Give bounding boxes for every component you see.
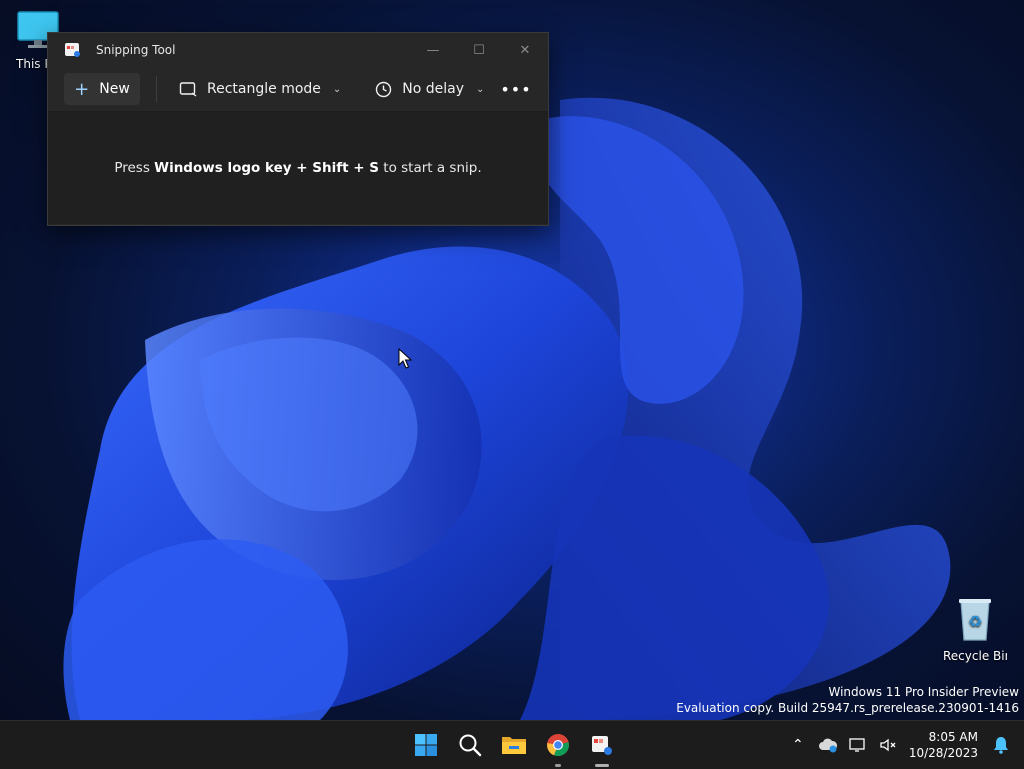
- chevron-up-icon: ⌃: [791, 737, 804, 753]
- start-icon: [415, 734, 437, 756]
- notifications-button[interactable]: [986, 725, 1016, 765]
- toolbar-divider: [156, 76, 157, 102]
- title-bar[interactable]: Snipping Tool — ☐ ✕: [48, 33, 548, 67]
- network-button[interactable]: [843, 725, 873, 765]
- volume-muted-icon: [880, 738, 896, 752]
- watermark-line-1: Windows 11 Pro Insider Preview: [828, 685, 1019, 699]
- chevron-down-icon: ⌄: [332, 83, 342, 95]
- cloud-sync-icon: [818, 738, 837, 753]
- close-button[interactable]: ✕: [502, 33, 548, 67]
- desktop-icon-recycle-bin[interactable]: ♻ Recycle Bin: [943, 596, 1007, 663]
- snipping-tool-taskbar-button[interactable]: [580, 721, 624, 769]
- file-explorer-icon: [502, 737, 526, 754]
- snip-hint-area: Press Windows logo key + Shift + S to st…: [48, 112, 548, 224]
- recycle-bin-label: Recycle Bin: [943, 649, 1007, 663]
- snipping-tool-window[interactable]: Snipping Tool — ☐ ✕ + New Rectangle mode…: [47, 32, 549, 226]
- maximize-icon: ☐: [473, 42, 485, 58]
- start-button[interactable]: [404, 721, 448, 769]
- taskbar: ⌃ 8:05 AM 10/28/2023: [0, 720, 1024, 769]
- taskbar-apps: [404, 721, 624, 769]
- delay-dropdown[interactable]: No delay ⌄: [367, 73, 492, 105]
- running-indicator: [555, 764, 561, 767]
- watermark-line-2: Evaluation copy. Build 25947.rs_prerelea…: [676, 701, 1019, 715]
- more-options-button[interactable]: •••: [500, 73, 532, 105]
- recycle-bin-icon: ♻: [959, 599, 991, 641]
- clock-time: 8:05 AM: [928, 730, 978, 744]
- bell-icon: [994, 737, 1008, 754]
- hint-prefix: Press: [114, 160, 155, 176]
- rectangle-mode-icon: [179, 82, 197, 97]
- show-hidden-icons-button[interactable]: ⌃: [783, 725, 813, 765]
- plus-icon: +: [74, 78, 90, 100]
- onedrive-button[interactable]: [813, 725, 843, 765]
- system-tray: ⌃ 8:05 AM 10/28/2023: [783, 721, 1024, 769]
- snip-mode-dropdown[interactable]: Rectangle mode ⌄: [171, 73, 349, 105]
- network-icon: [849, 738, 865, 752]
- maximize-button[interactable]: ☐: [456, 33, 502, 67]
- minimize-icon: —: [426, 42, 440, 58]
- clock-icon: [376, 81, 392, 97]
- new-label: New: [99, 81, 130, 97]
- hint-text: Press Windows logo key + Shift + S to st…: [114, 160, 481, 176]
- mouse-cursor-icon: [398, 348, 412, 369]
- toolbar: + New Rectangle mode ⌄ No delay ⌄ •••: [48, 67, 548, 112]
- clock-date: 10/28/2023: [908, 746, 978, 760]
- search-button[interactable]: [448, 721, 492, 769]
- file-explorer-button[interactable]: [492, 721, 536, 769]
- minimize-button[interactable]: —: [410, 33, 456, 67]
- chrome-icon: [547, 734, 569, 757]
- chrome-button[interactable]: [536, 721, 580, 769]
- evaluation-watermark: Windows 11 Pro Insider Preview Evaluatio…: [676, 684, 1019, 716]
- snip-mode-label: Rectangle mode: [207, 81, 321, 97]
- snipping-tool-app-icon: [65, 43, 80, 57]
- search-icon: [459, 734, 482, 757]
- snipping-tool-icon: [592, 736, 612, 755]
- new-snip-button[interactable]: + New: [64, 73, 140, 105]
- delay-label: No delay: [402, 81, 465, 97]
- volume-button[interactable]: [873, 725, 903, 765]
- clock[interactable]: 8:05 AM 10/28/2023: [909, 729, 978, 761]
- running-indicator: [595, 764, 609, 767]
- hint-keys: Windows logo key + Shift + S: [154, 160, 379, 176]
- window-title: Snipping Tool: [96, 43, 176, 57]
- svg-text:♻: ♻: [968, 612, 982, 631]
- close-icon: ✕: [519, 42, 531, 58]
- chevron-down-icon: ⌄: [476, 83, 485, 95]
- hint-suffix: to start a snip.: [379, 160, 482, 176]
- more-icon: •••: [500, 79, 532, 99]
